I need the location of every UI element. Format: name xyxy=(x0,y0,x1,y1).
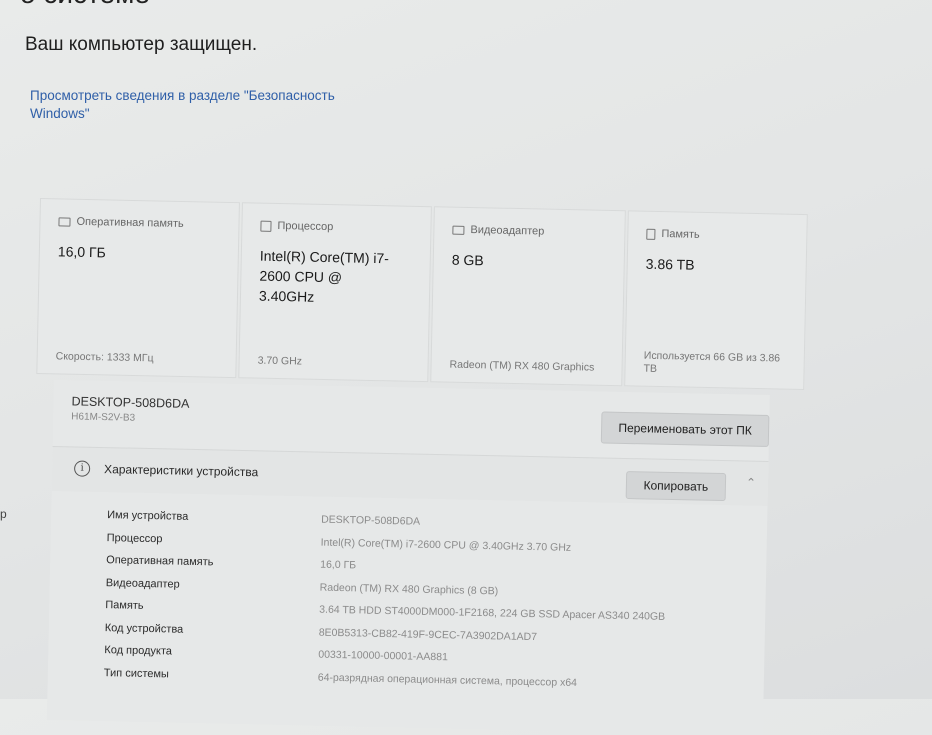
spec-key: Тип системы xyxy=(103,666,170,680)
storage-card-value: 3.86 TB xyxy=(645,255,695,273)
spec-value: 8E0B5313-CB82-419F-9CEC-7A3902DA1AD7 xyxy=(318,626,538,643)
ram-card-value: 16,0 ГБ xyxy=(57,243,106,261)
spec-value: DESKTOP-508D6DA xyxy=(321,513,421,528)
processor-card-sub: 3.70 GHz xyxy=(257,354,303,368)
ram-icon xyxy=(58,216,71,227)
hardware-summary-cards: Оперативная память 16,0 ГБ Скорость: 133… xyxy=(36,198,808,394)
storage-card-label: Память xyxy=(661,228,700,241)
device-specs-header[interactable]: i Характеристики устройства Копировать ⌃ xyxy=(51,445,769,506)
device-specs-list: Имя устройства DESKTOP-508D6DA Процессор… xyxy=(104,507,748,700)
copy-button[interactable]: Копировать xyxy=(625,471,727,502)
spec-key: Оперативная память xyxy=(106,554,214,569)
spec-key: Имя устройства xyxy=(107,509,189,523)
spec-value: 64-разрядная операционная система, проце… xyxy=(317,671,578,689)
spec-value: Radeon (TM) RX 480 Graphics (8 GB) xyxy=(319,581,499,597)
processor-card-value: Intel(R) Core(TM) i7-2600 CPU @ 3.40GHz xyxy=(258,247,390,305)
gpu-icon xyxy=(452,225,465,235)
spec-key: Код продукта xyxy=(104,644,173,658)
processor-icon xyxy=(260,220,272,232)
device-model: H61M-S2V-B3 xyxy=(71,411,136,424)
device-panel: DESKTOP-508D6DA H61M-S2V-B3 Переименоват… xyxy=(46,380,770,735)
gpu-card-value: 8 GB xyxy=(451,251,484,269)
side-text-fragment: р xyxy=(0,507,7,521)
processor-card-label: Процессор xyxy=(277,219,334,234)
device-name: DESKTOP-508D6DA xyxy=(71,394,190,411)
spec-key: Видеоадаптер xyxy=(105,576,180,591)
page-title: о системе xyxy=(20,0,150,10)
chevron-up-icon[interactable]: ⌃ xyxy=(746,476,756,490)
windows-security-link[interactable]: Просмотреть сведения в разделе "Безопасн… xyxy=(30,87,390,123)
storage-card-sub: Используется 66 GB из 3.86 TB xyxy=(643,349,781,375)
ram-card-sub: Скорость: 1333 МГц xyxy=(55,350,154,365)
spec-value: 16,0 ГБ xyxy=(320,558,357,572)
gpu-card: Видеоадаптер 8 GB Radeon (TM) RX 480 Gra… xyxy=(430,206,626,387)
spec-value: 00331-10000-00001-AA881 xyxy=(318,648,449,664)
spec-key: Процессор xyxy=(106,531,163,545)
gpu-card-sub: Radeon (TM) RX 480 Graphics xyxy=(449,358,595,374)
processor-card: Процессор Intel(R) Core(TM) i7-2600 CPU … xyxy=(238,202,432,383)
device-specs-title: Характеристики устройства xyxy=(103,462,259,480)
storage-icon xyxy=(646,228,656,240)
gpu-card-label: Видеоадаптер xyxy=(470,224,545,238)
rename-pc-button[interactable]: Переименовать этот ПК xyxy=(600,411,770,447)
ram-card: Оперативная память 16,0 ГБ Скорость: 133… xyxy=(36,198,240,379)
protection-status: Ваш компьютер защищен. xyxy=(25,34,258,55)
info-icon: i xyxy=(73,460,91,477)
spec-value: Intel(R) Core(TM) i7-2600 CPU @ 3.40GHz … xyxy=(320,536,572,554)
spec-key: Код устройства xyxy=(104,621,184,636)
ram-card-label: Оперативная память xyxy=(76,215,184,231)
spec-key: Память xyxy=(105,599,144,612)
storage-card: Память 3.86 TB Используется 66 GB из 3.8… xyxy=(624,210,808,391)
